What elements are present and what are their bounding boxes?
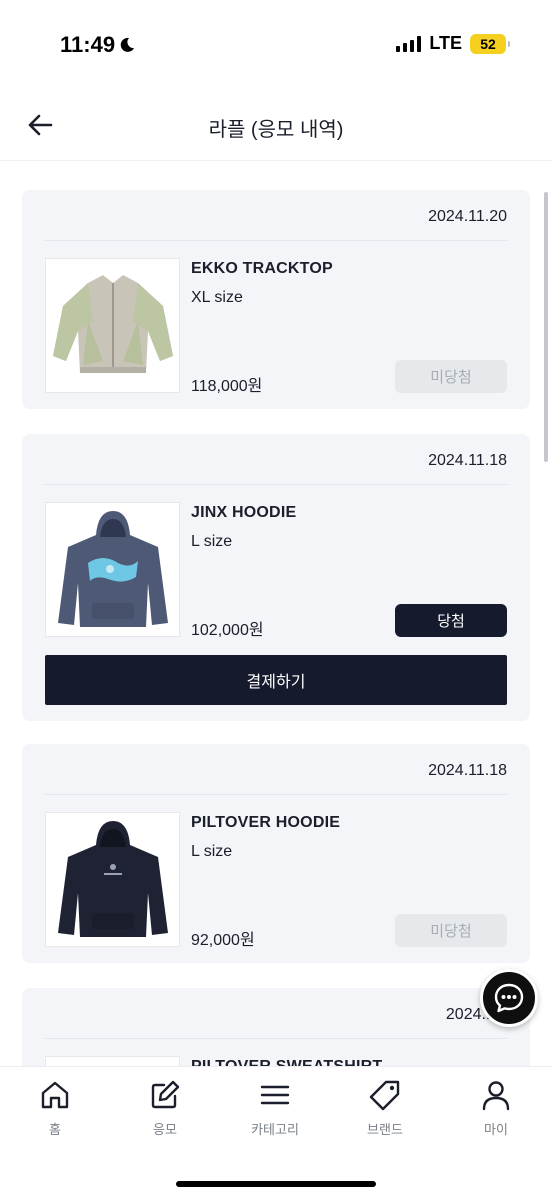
product-image[interactable] [45,258,180,393]
result-badge: 미당첨 [395,360,507,393]
page-title: 라플 (응모 내역) [208,119,344,141]
nav-item-home[interactable]: 홈 [10,1079,100,1138]
product-size: L size [191,843,233,860]
nav-label: 응모 [153,1122,177,1137]
battery-level: 52 [480,35,496,52]
nav-item-category[interactable]: 카테고리 [230,1079,320,1138]
tag-icon [369,1080,400,1111]
product-name[interactable]: PILTOVER HOODIE [191,814,340,832]
entry-date: 2024.11.18 [428,452,507,469]
product-size: XL size [191,289,243,306]
product-price: 102,000원 [191,622,264,639]
network-label: LTE [429,33,462,53]
product-name[interactable]: JINX HOODIE [191,504,296,522]
nav-item-my[interactable]: 마이 [451,1079,541,1138]
nav-label: 브랜드 [367,1122,403,1137]
divider [44,240,508,241]
nav-label: 마이 [484,1122,508,1137]
entry-date: 2024.11.20 [428,208,507,225]
battery-icon: 52 [470,33,510,54]
divider [44,1038,508,1039]
menu-icon [260,1085,290,1105]
product-name[interactable]: EKKO TRACKTOP [191,260,333,278]
divider [44,484,508,485]
product-image[interactable] [45,1056,180,1066]
bottom-nav: 홈 응모 카테고리 브랜드 마이 [0,1066,552,1200]
chat-bubble-icon [494,983,524,1013]
tracktop-image [52,274,173,373]
user-icon [482,1081,510,1111]
status-bar: 11:49 LTE 52 [0,0,552,90]
product-name[interactable]: PILTOVER SWEATSHIRT [191,1058,382,1066]
entry-card: 2024.11.20 EKKO TRACKTOP XL size 118,000… [22,190,530,409]
pay-button[interactable]: 결제하기 [45,655,507,705]
signal-icon [396,35,422,52]
hoodie-image [57,820,168,937]
product-price: 118,000원 [191,378,263,395]
nav-label: 카테고리 [251,1122,299,1137]
product-price: 92,000원 [191,932,255,949]
hoodie-image [57,510,168,627]
product-size: L size [191,533,233,550]
entry-card: 2024.11.18 JINX HOODIE L size 102,000원 당… [22,434,530,721]
chat-button[interactable] [480,969,538,1027]
nav-label: 홈 [49,1122,61,1137]
nav-item-brand[interactable]: 브랜드 [340,1079,430,1138]
scrollbar[interactable] [544,192,548,462]
product-image[interactable] [45,502,180,637]
result-badge: 미당첨 [395,914,507,947]
moon-icon [120,37,135,52]
time-text: 11:49 [60,32,116,57]
result-badge: 당첨 [395,604,507,637]
entry-card: 2024.11. PILTOVER SWEATSHIRT [22,988,530,1066]
home-indicator[interactable] [176,1181,376,1187]
divider [44,794,508,795]
entry-date: 2024.11.18 [428,762,507,779]
raffle-entry-list[interactable]: 2024.11.20 EKKO TRACKTOP XL size 118,000… [0,162,552,1066]
status-indicators: LTE 52 [396,33,510,54]
home-icon [41,1081,69,1109]
page-header: 라플 (응모 내역) [0,95,552,161]
nav-item-entry[interactable]: 응모 [120,1079,210,1138]
entry-card: 2024.11.18 PILTOVER HOODIE L size 92,000… [22,744,530,963]
edit-icon [151,1080,180,1109]
status-time: 11:49 [60,32,135,58]
product-image[interactable] [45,812,180,947]
